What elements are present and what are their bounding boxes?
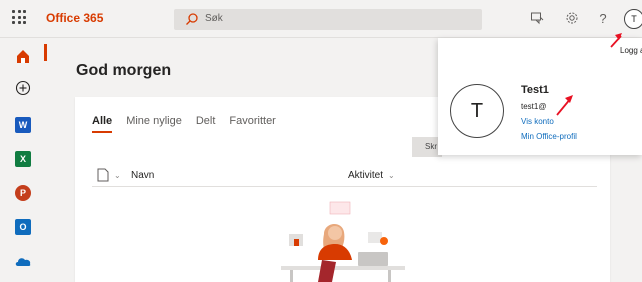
excel-icon[interactable]: X	[12, 148, 34, 170]
chevron-down-icon[interactable]: ⌄	[114, 171, 121, 180]
view-account-link[interactable]: Vis konto	[521, 117, 554, 126]
chevron-down-icon[interactable]: ⌄	[388, 171, 395, 180]
column-header-name[interactable]: Navn	[131, 170, 154, 181]
search-input[interactable]: Søk	[174, 9, 482, 30]
brand-title[interactable]: Office 365	[46, 11, 103, 25]
account-email: test1@	[521, 102, 547, 111]
feedback-icon[interactable]	[528, 9, 546, 27]
gear-icon[interactable]	[563, 9, 581, 27]
column-header-activity[interactable]: Aktivitet	[348, 170, 383, 181]
onedrive-icon[interactable]	[12, 250, 34, 272]
search-icon	[186, 13, 198, 25]
empty-state-illustration	[281, 201, 405, 282]
tab-favorites[interactable]: Favoritter	[229, 115, 275, 127]
avatar[interactable]: T	[624, 9, 642, 29]
office-profile-link[interactable]: Min Office-profil	[521, 132, 577, 141]
top-bar: Office 365 Søk ? T	[0, 0, 642, 38]
document-icon	[97, 168, 109, 182]
word-icon[interactable]: W	[12, 114, 34, 136]
logout-link[interactable]: Logg av	[620, 46, 642, 55]
help-icon[interactable]: ?	[594, 9, 612, 27]
search-placeholder: Søk	[205, 13, 223, 24]
app-launcher-icon[interactable]	[12, 10, 26, 24]
powerpoint-icon[interactable]: P	[12, 182, 34, 204]
tab-all[interactable]: Alle	[92, 115, 113, 133]
add-icon[interactable]	[12, 77, 34, 99]
divider	[92, 186, 597, 187]
account-name: Test1	[521, 84, 549, 96]
active-indicator	[44, 44, 47, 61]
tab-shared[interactable]: Delt	[196, 115, 216, 127]
outlook-icon[interactable]: O	[12, 216, 34, 238]
page-title: God morgen	[76, 62, 172, 79]
home-icon[interactable]	[12, 45, 34, 67]
account-avatar: T	[450, 84, 504, 138]
file-tabs: Alle Mine nylige Delt Favoritter	[92, 115, 276, 133]
tab-recent[interactable]: Mine nylige	[126, 115, 182, 127]
